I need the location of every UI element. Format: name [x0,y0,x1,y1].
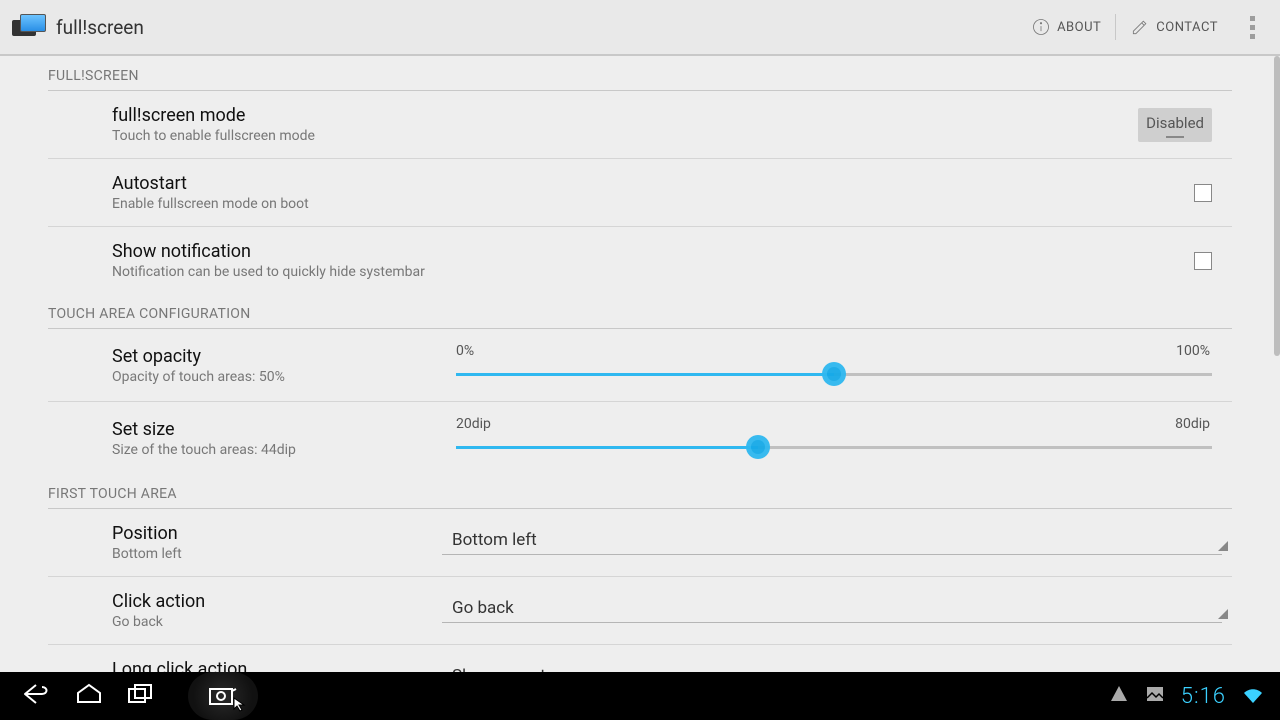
back-icon [22,682,52,706]
picker-value: Go back [442,598,1222,622]
row-title: Position [112,523,442,544]
contact-label: CONTACT [1156,20,1218,35]
row-title: Show notification [112,241,542,262]
row-click-action[interactable]: Click action Go back Go back [48,577,1232,645]
info-icon [1031,17,1051,37]
dropdown-icon [1218,609,1228,619]
row-subtitle: Go back [112,614,442,630]
section-header-touch-config: TOUCH AREA CONFIGURATION [48,294,1232,329]
slider-min-label: 0% [456,343,474,359]
about-button[interactable]: ABOUT [1017,0,1115,55]
size-slider[interactable] [456,434,1212,460]
slider-min-label: 20dip [456,416,491,432]
row-subtitle: Touch to enable fullscreen mode [112,128,442,144]
row-title: Set opacity [112,346,442,367]
autostart-checkbox[interactable] [1194,184,1212,202]
row-set-opacity[interactable]: Set opacity Opacity of touch areas: 50% … [48,329,1232,402]
app-icon [12,14,48,40]
row-autostart[interactable]: Autostart Enable fullscreen mode on boot [48,159,1232,227]
row-title: Autostart [112,173,442,194]
app-title: full!screen [56,16,1017,39]
notification-checkbox[interactable] [1194,252,1212,270]
home-button[interactable] [74,682,104,710]
clock[interactable]: 5:16 [1181,684,1226,709]
row-title: Long click action [112,659,442,672]
row-show-notification[interactable]: Show notification Notification can be us… [48,227,1232,294]
back-button[interactable] [22,682,52,710]
row-subtitle: Bottom left [112,546,442,562]
row-set-size[interactable]: Set size Size of the touch areas: 44dip … [48,402,1232,474]
click-action-picker[interactable]: Go back [442,598,1232,623]
warning-status-icon[interactable] [1109,684,1129,708]
system-navbar: 5:16 [0,672,1280,720]
recents-icon [126,682,156,706]
row-subtitle: Size of the touch areas: 44dip [112,442,442,458]
row-title: Set size [112,419,442,440]
cursor-icon [232,696,248,716]
pencil-icon [1130,17,1150,37]
row-title: full!screen mode [112,105,442,126]
row-position[interactable]: Position Bottom left Bottom left [48,509,1232,577]
settings-list: FULL!SCREEN full!screen mode Touch to en… [0,56,1280,672]
position-picker[interactable]: Bottom left [442,530,1232,555]
picker-value: Bottom left [442,530,1222,554]
contact-button[interactable]: CONTACT [1116,0,1232,55]
disabled-badge[interactable]: Disabled [1138,108,1212,142]
row-title: Click action [112,591,442,612]
dropdown-icon [1218,541,1228,551]
overflow-menu-button[interactable] [1232,0,1272,55]
action-bar: full!screen ABOUT CONTACT [0,0,1280,56]
section-header-first-touch: FIRST TOUCH AREA [48,474,1232,509]
row-fullscreen-mode[interactable]: full!screen mode Touch to enable fullscr… [48,91,1232,159]
image-status-icon[interactable] [1145,684,1165,708]
row-long-click-action[interactable]: Long click action Show recent apps Show … [48,645,1232,672]
home-icon [74,682,104,706]
section-header-fullscreen: FULL!SCREEN [48,56,1232,91]
row-subtitle: Enable fullscreen mode on boot [112,196,442,212]
slider-max-label: 100% [1176,343,1210,359]
opacity-slider[interactable] [456,361,1212,387]
wifi-status-icon[interactable] [1242,683,1264,709]
screenshot-button[interactable] [188,672,258,720]
row-subtitle: Notification can be used to quickly hide… [112,264,542,280]
about-label: ABOUT [1057,20,1101,35]
row-subtitle: Opacity of touch areas: 50% [112,369,442,385]
recents-button[interactable] [126,682,156,710]
scrollbar-thumb[interactable] [1274,56,1280,356]
slider-max-label: 80dip [1175,416,1210,432]
